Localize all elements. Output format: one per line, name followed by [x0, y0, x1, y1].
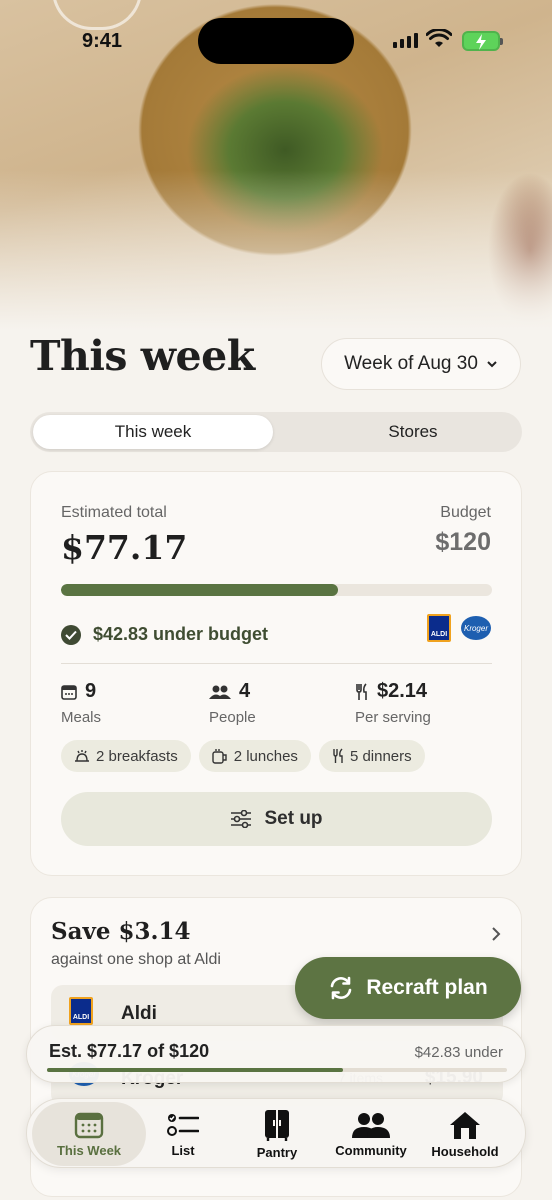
tab-pantry-label: Pantry	[256, 1144, 298, 1160]
chip-breakfasts[interactable]: 2 breakfasts	[61, 740, 191, 772]
dinner-icon	[333, 748, 343, 763]
tab-household-label: Household	[431, 1143, 499, 1159]
estimated-total-value: $77.17	[61, 528, 188, 567]
meal-chips: 2 breakfasts 2 lunches 5 dinners	[61, 740, 425, 772]
battery-icon	[462, 31, 503, 51]
store-logos: ALDI Kroger	[427, 614, 491, 642]
status-bar: 9:41	[0, 0, 552, 80]
segmented-control: This week Stores	[30, 412, 522, 452]
aldi-logo-icon: ALDI	[69, 997, 93, 1025]
estimated-total-label: Estimated total	[61, 504, 167, 521]
chevron-right-icon	[492, 927, 501, 941]
tab-this-week[interactable]: This Week	[32, 1102, 146, 1166]
tab-bar: This Week List Pantry Community Househol…	[26, 1098, 526, 1168]
estimate-under-text: $42.83 under	[414, 1044, 503, 1061]
dynamic-island	[198, 18, 354, 64]
checklist-icon	[167, 1113, 199, 1136]
wifi-icon	[426, 29, 452, 47]
savings-subtitle: against one shop at Aldi	[51, 951, 221, 968]
tab-list[interactable]: List	[137, 1102, 229, 1166]
tab-community-label: Community	[335, 1142, 407, 1158]
chip-dinners[interactable]: 5 dinners	[318, 740, 425, 772]
under-budget-status: $42.83 under budget	[61, 624, 268, 645]
stat-people-label: People	[209, 709, 256, 726]
stat-per-serving-value: $2.14	[377, 680, 428, 702]
sliders-icon	[231, 810, 252, 828]
divider	[61, 663, 492, 664]
segment-stores[interactable]: Stores	[307, 415, 519, 449]
pantry-icon	[265, 1109, 289, 1141]
budget-label: Budget	[440, 504, 491, 521]
stat-meals-label: Meals	[61, 709, 102, 726]
aldi-logo-icon: ALDI	[427, 614, 451, 642]
budget-value: $120	[435, 528, 491, 556]
chip-dinners-label: 5 dinners	[349, 747, 412, 765]
chip-lunches[interactable]: 2 lunches	[198, 740, 311, 772]
people-icon	[209, 685, 231, 699]
recraft-plan-label: Recraft plan	[366, 976, 488, 999]
estimate-mini-progress	[47, 1068, 507, 1072]
stat-people: 4 People	[209, 680, 256, 726]
chip-breakfasts-label: 2 breakfasts	[96, 747, 178, 765]
recraft-plan-button[interactable]: Recraft plan	[295, 957, 521, 1019]
estimate-summary-bar[interactable]: Est. $77.17 of $120 $42.83 under	[26, 1025, 526, 1083]
tab-this-week-label: This Week	[56, 1142, 122, 1158]
house-icon	[450, 1111, 480, 1139]
budget-progress-fill	[61, 584, 339, 596]
stat-per-serving-label: Per serving	[355, 709, 431, 726]
stat-people-value: 4	[239, 680, 251, 702]
tab-community[interactable]: Community	[325, 1102, 417, 1166]
refresh-icon	[331, 976, 352, 1000]
tab-pantry[interactable]: Pantry	[231, 1102, 323, 1166]
segment-this-week[interactable]: This week	[33, 415, 273, 449]
setup-button[interactable]: Set up	[61, 792, 492, 846]
budget-summary-card: Estimated total $77.17 Budget $120 $42.8…	[30, 471, 522, 876]
week-selector-label: Week of Aug 30	[344, 353, 478, 374]
tab-list-label: List	[171, 1142, 195, 1158]
lunch-icon	[212, 749, 227, 764]
calendar-icon	[61, 684, 77, 700]
page-title: This week	[30, 332, 255, 380]
tab-household[interactable]: Household	[419, 1102, 511, 1166]
fork-knife-icon	[356, 682, 367, 700]
signal-icon	[393, 32, 418, 48]
budget-progress-bar	[61, 584, 492, 596]
community-icon	[352, 1112, 390, 1138]
kroger-logo-icon: Kroger	[461, 616, 491, 640]
store-name-aldi: Aldi	[121, 1003, 157, 1024]
status-time: 9:41	[82, 30, 123, 52]
under-budget-text: $42.83 under budget	[93, 624, 269, 644]
chevron-down-icon	[487, 361, 497, 368]
breakfast-icon	[75, 750, 89, 762]
week-selector[interactable]: Week of Aug 30	[321, 338, 521, 390]
chip-lunches-label: 2 lunches	[233, 747, 298, 765]
savings-title: Save $3.14	[51, 918, 191, 945]
check-circle-icon	[61, 624, 81, 645]
estimate-summary-text: Est. $77.17 of $120	[49, 1041, 210, 1061]
calendar-icon	[74, 1112, 104, 1138]
setup-button-label: Set up	[264, 808, 323, 829]
stat-meals-value: 9	[85, 680, 97, 702]
estimate-mini-progress-fill	[47, 1068, 343, 1072]
stat-per-serving: $2.14 Per serving	[355, 680, 431, 726]
stat-meals: 9 Meals	[61, 680, 101, 726]
